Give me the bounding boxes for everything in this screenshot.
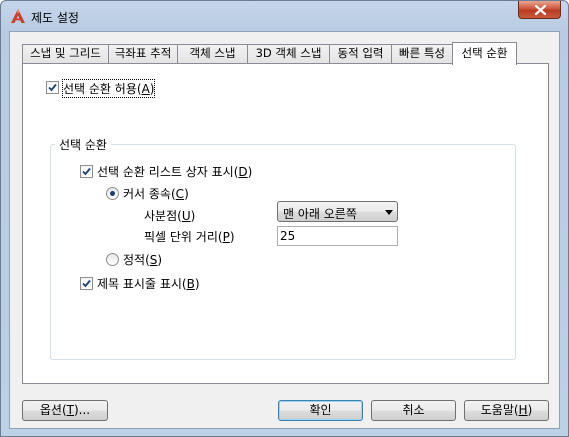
cursor-dependent-mnemonic: C [175, 187, 185, 201]
show-list-box-label[interactable]: 선택 순환 리스트 상자 표시(D) [97, 163, 252, 180]
checkmark-icon [82, 167, 91, 176]
title-bar[interactable]: 제도 설정 [1, 1, 568, 31]
static-radio[interactable] [106, 253, 119, 266]
static-label-post: ) [157, 253, 163, 267]
show-title-bar-label-pre: 제목 표시줄 표시( [97, 277, 187, 291]
pixel-distance-label: 픽셀 단위 거리(P) [144, 228, 235, 245]
options-label-pre: 옵션( [39, 403, 67, 417]
allow-cycling-label-post: ) [149, 82, 155, 96]
tab-dynamic-input[interactable]: 동적 입력 [329, 44, 392, 63]
allow-cycling-checkbox[interactable] [46, 81, 59, 94]
close-x-icon [534, 5, 547, 15]
show-title-bar-label-post: ) [194, 277, 200, 291]
show-list-box-label-pre: 선택 순환 리스트 상자 표시( [97, 165, 239, 179]
allow-cycling-label[interactable]: 선택 순환 허용(A) [61, 79, 156, 98]
show-list-box-label-post: ) [247, 165, 253, 179]
help-label-pre: 도움말( [480, 403, 519, 417]
options-label-post: )... [73, 403, 91, 417]
help-button[interactable]: 도움말(H) [464, 400, 549, 421]
tab-object-snap[interactable]: 객체 스냅 [177, 44, 248, 63]
static-label[interactable]: 정적(S) [123, 251, 162, 268]
pixel-distance-label-post: ) [229, 230, 235, 244]
tab-3d-object-snap[interactable]: 3D 객체 스냅 [247, 44, 330, 63]
show-title-bar-mnemonic: B [186, 277, 195, 291]
pixel-distance-mnemonic: P [222, 230, 230, 244]
quadrant-dropdown[interactable]: 맨 아래 오른쪽 [277, 201, 398, 222]
cursor-dependent-radio[interactable] [106, 187, 119, 200]
tab-quick-properties[interactable]: 빠른 특성 [391, 44, 453, 63]
autocad-logo-icon [11, 9, 25, 23]
options-button[interactable]: 옵션(T)... [22, 400, 108, 421]
cancel-button[interactable]: 취소 [371, 400, 456, 421]
quadrant-label-pre: 사분점( [144, 209, 182, 223]
show-list-box-checkbox[interactable] [80, 165, 93, 178]
drafting-settings-window: 제도 설정 스냅 및 그리드 극좌표 추적 객체 스냅 3D 객체 스냅 동적 … [0, 0, 569, 437]
radio-selected-dot [110, 191, 115, 196]
checkmark-icon [48, 83, 57, 92]
show-title-bar-checkbox[interactable] [80, 277, 93, 290]
tab-polar-tracking[interactable]: 극좌표 추적 [108, 44, 178, 63]
tab-selection-cycling[interactable]: 선택 순환 [452, 42, 517, 65]
dialog-client-area: 스냅 및 그리드 극좌표 추적 객체 스냅 3D 객체 스냅 동적 입력 빠른 … [9, 31, 560, 429]
allow-cycling-label-pre: 선택 순환 허용( [63, 82, 142, 96]
cursor-dependent-label-pre: 커서 종속( [123, 187, 176, 201]
selection-cycling-panel: 선택 순환 허용(A) 선택 순환 선택 순환 리스트 상자 표시(D) 커서 … [22, 63, 549, 384]
quadrant-mnemonic: U [181, 209, 191, 223]
pixel-distance-label-pre: 픽셀 단위 거리( [144, 230, 223, 244]
checkmark-icon [82, 279, 91, 288]
cursor-dependent-label-post: ) [184, 187, 189, 201]
allow-cycling-mnemonic: A [141, 82, 150, 96]
cursor-dependent-label[interactable]: 커서 종속(C) [123, 185, 189, 202]
options-mnemonic: T [66, 403, 74, 417]
window-title: 제도 설정 [31, 11, 79, 25]
ok-button[interactable]: 확인 [278, 400, 363, 421]
group-title: 선택 순환 [55, 136, 111, 153]
dropdown-arrow-icon [385, 210, 393, 215]
quadrant-value: 맨 아래 오른쪽 [283, 207, 357, 221]
close-button[interactable] [518, 1, 561, 19]
static-label-pre: 정적( [123, 253, 150, 267]
quadrant-label-post: ) [190, 209, 196, 223]
pixel-distance-input[interactable] [280, 228, 392, 244]
quadrant-label: 사분점(U) [144, 207, 195, 224]
help-label-post: ) [527, 403, 533, 417]
pixel-distance-field[interactable] [277, 226, 398, 246]
tab-snap-grid[interactable]: 스냅 및 그리드 [22, 44, 109, 63]
help-mnemonic: H [518, 403, 528, 417]
show-title-bar-label[interactable]: 제목 표시줄 표시(B) [97, 275, 200, 292]
show-list-box-mnemonic: D [238, 165, 248, 179]
